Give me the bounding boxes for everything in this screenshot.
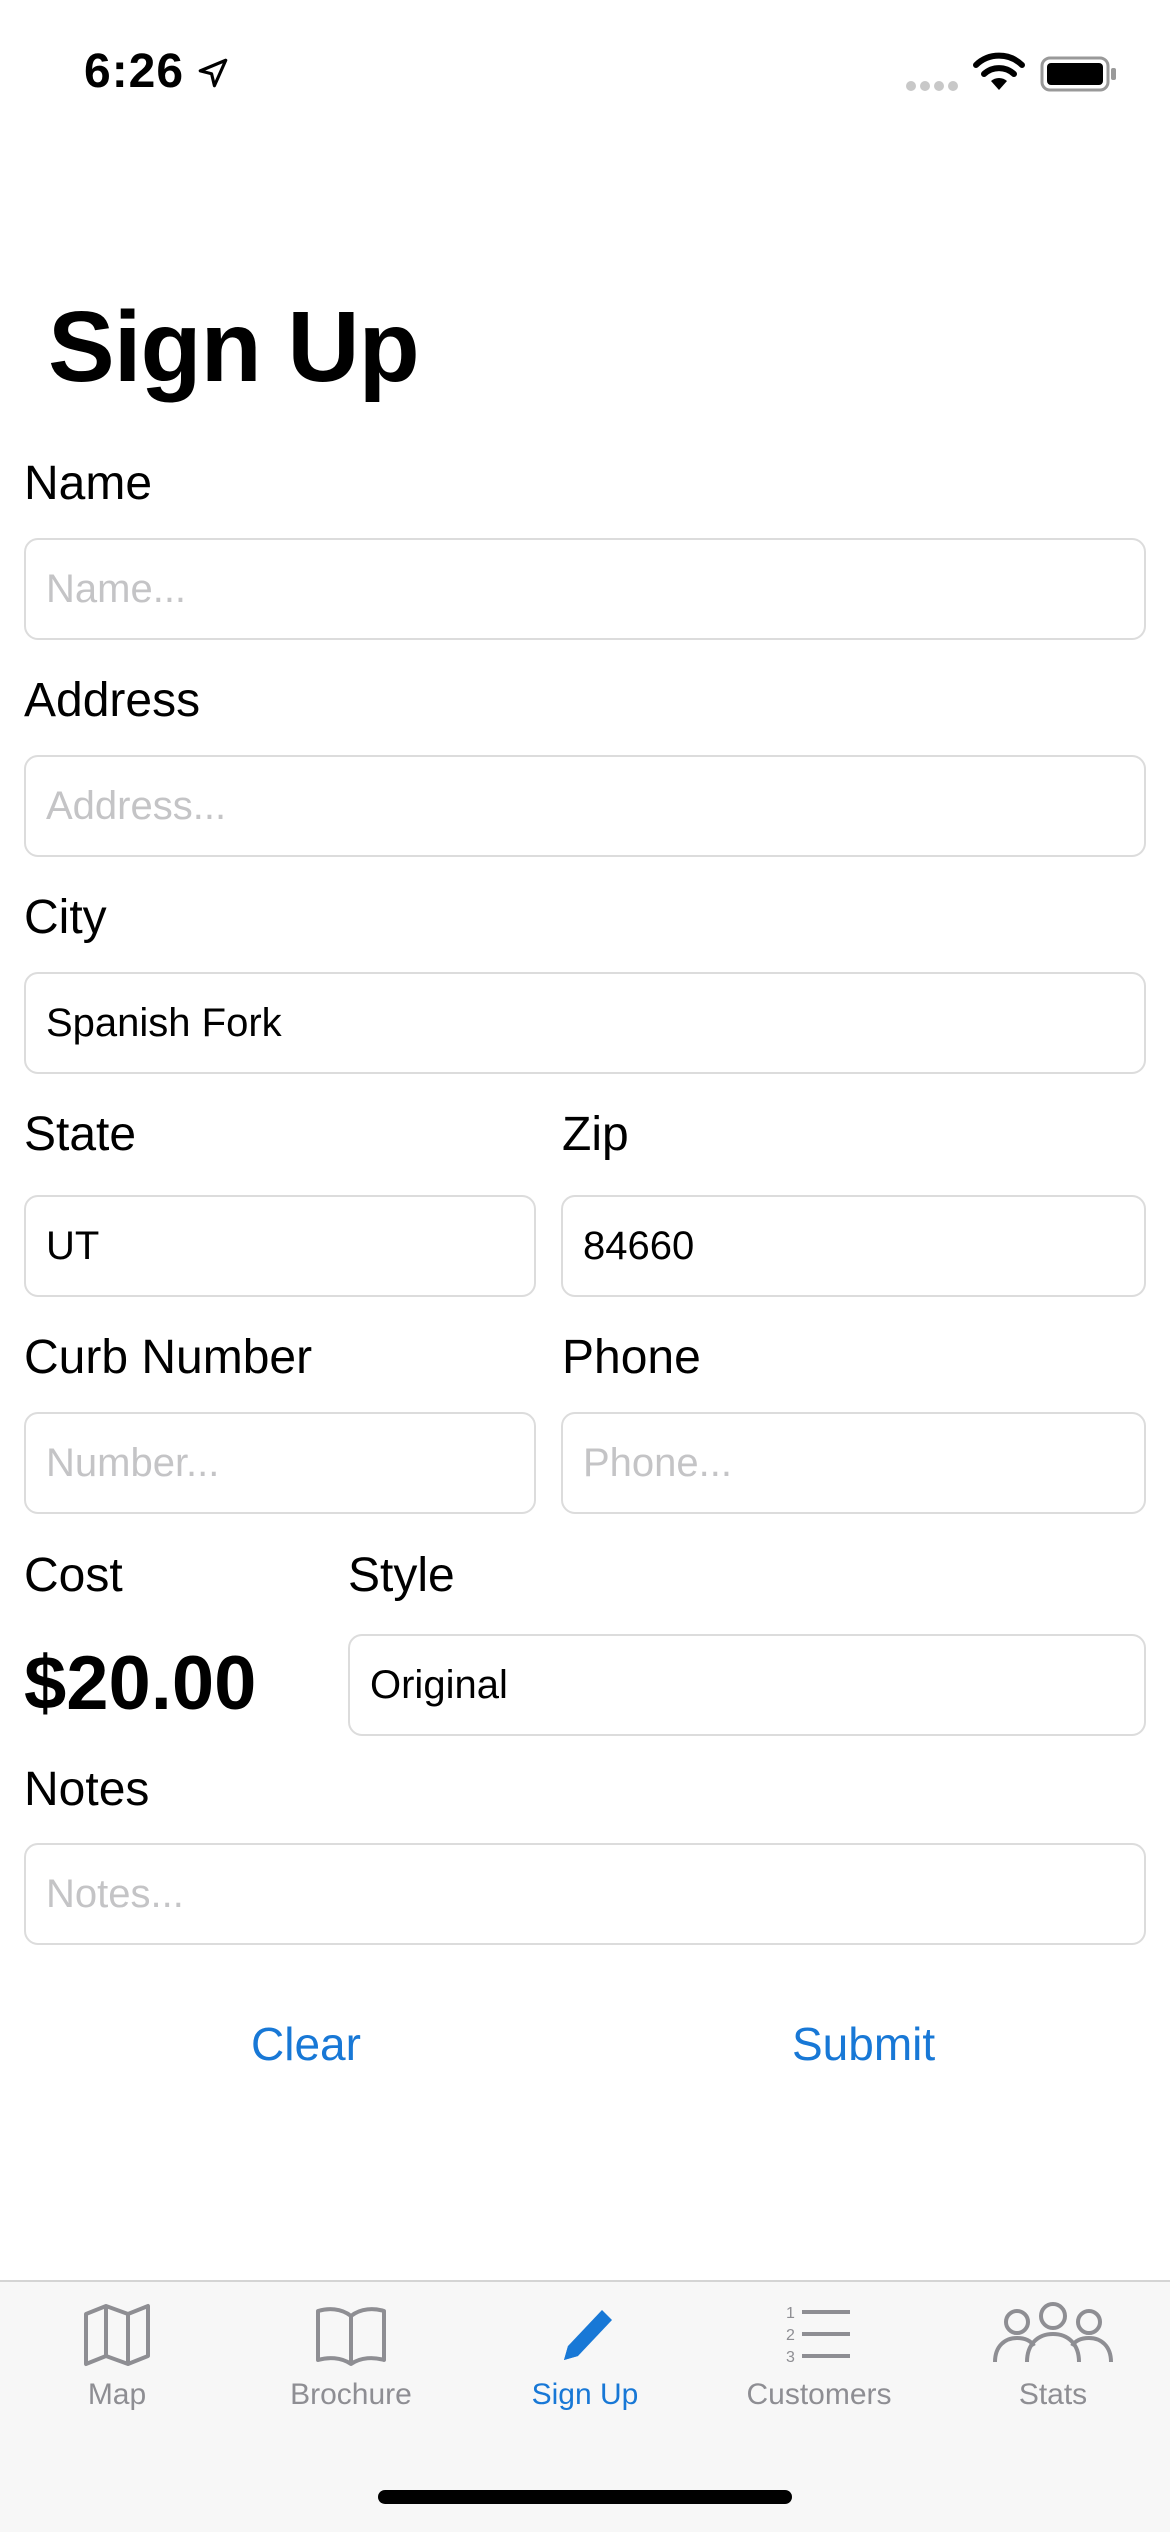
curb-number-input[interactable] [24,1412,536,1514]
tab-sign-up[interactable]: Sign Up [468,2302,702,2442]
zip-label: Zip [562,1108,629,1161]
clear-button[interactable]: Clear [251,2017,361,2071]
tab-map[interactable]: Map [0,2302,234,2442]
tab-sign-up-label: Sign Up [531,2378,639,2411]
name-input[interactable] [24,538,1146,640]
tab-customers[interactable]: 1 2 3 Customers [702,2302,936,2442]
location-arrow-icon [198,58,228,88]
numbered-list-icon: 1 2 3 [786,2305,850,2366]
status-time: 6:26 [84,45,185,98]
page-title: Sign Up [48,291,420,403]
city-input[interactable] [24,972,1146,1074]
people-icon [993,2302,1113,2363]
cost-label: Cost [24,1549,123,1602]
address-input[interactable] [24,755,1146,857]
pencil-icon [564,2310,612,2360]
tab-customers-label: Customers [746,2378,892,2411]
notes-input[interactable] [24,1843,1146,1945]
phone-label: Phone [562,1331,701,1384]
style-label: Style [348,1549,455,1602]
style-input[interactable] [348,1634,1146,1736]
book-icon [316,2307,386,2366]
notes-label: Notes [24,1763,150,1816]
wifi-icon [973,52,1025,90]
svg-text:2: 2 [786,2327,795,2344]
svg-text:3: 3 [786,2349,795,2366]
curb-number-label: Curb Number [24,1331,313,1384]
state-input[interactable] [24,1195,536,1297]
tab-stats[interactable]: Stats [936,2302,1170,2442]
zip-input[interactable] [561,1195,1146,1297]
home-indicator [378,2490,792,2504]
address-label: Address [24,674,201,727]
tab-map-label: Map [87,2378,147,2411]
tab-stats-label: Stats [1018,2378,1088,2411]
tab-brochure[interactable]: Brochure [234,2302,468,2442]
name-label: Name [24,457,153,510]
submit-button[interactable]: Submit [792,2017,935,2071]
status-bar: 6:26 [0,0,1170,140]
city-label: City [24,891,107,944]
battery-icon [1040,56,1116,92]
tab-brochure-label: Brochure [290,2378,412,2411]
cellular-signal-icon [906,81,958,91]
cost-value: $20.00 [24,1641,257,1726]
map-icon [84,2304,150,2366]
svg-text:1: 1 [786,2305,795,2322]
state-label: State [24,1108,137,1161]
phone-input[interactable] [561,1412,1146,1514]
